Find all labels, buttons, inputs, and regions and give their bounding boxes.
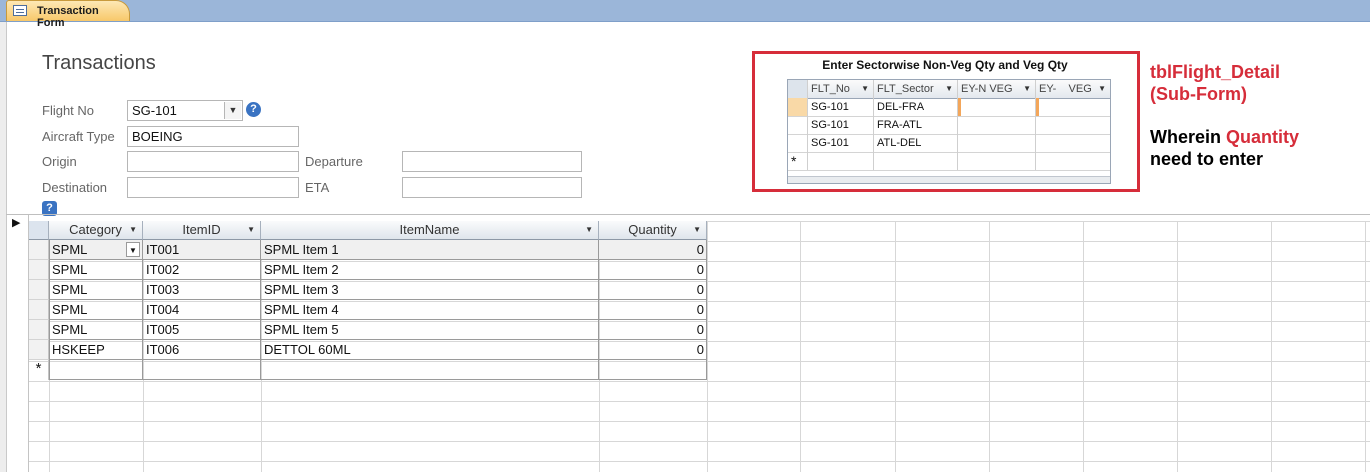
annotation-instruction-line2: need to enter bbox=[1150, 149, 1264, 169]
departure-field[interactable] bbox=[402, 151, 582, 172]
dropdown-arrow-icon: ▼ bbox=[585, 225, 593, 234]
gridline bbox=[800, 221, 801, 472]
subform-row[interactable]: SG-101 FRA-ATL bbox=[788, 116, 1110, 135]
gridline bbox=[29, 401, 1370, 402]
record-selector[interactable] bbox=[29, 320, 49, 340]
record-selector[interactable] bbox=[788, 98, 808, 116]
gridline bbox=[1365, 221, 1366, 472]
subform-col-flt-no[interactable]: FLT_No ▼ bbox=[808, 80, 874, 98]
select-all-corner[interactable] bbox=[29, 221, 49, 240]
gridline bbox=[895, 221, 896, 472]
subform-cell-flt-no[interactable]: SG-101 bbox=[808, 98, 874, 116]
subform-title: Enter Sectorwise Non-Veg Qty and Veg Qty bbox=[822, 58, 1068, 72]
gridline bbox=[29, 441, 1370, 442]
eta-label: ETA bbox=[305, 180, 330, 195]
form-icon bbox=[13, 5, 27, 16]
subform-cell-nonveg[interactable] bbox=[958, 134, 1036, 152]
subform-new-row[interactable]: * bbox=[788, 152, 1110, 171]
gridline bbox=[29, 381, 1370, 382]
document-tab-bar: Transaction Form bbox=[0, 0, 1370, 29]
flight-detail-subform[interactable]: FLT_No ▼ FLT_Sector ▼ EY-N VEG ▼ EY- VEG ▼ S… bbox=[787, 79, 1111, 184]
dropdown-arrow-icon: ▼ bbox=[1023, 84, 1031, 93]
grid-top-border bbox=[6, 214, 1370, 215]
destination-label: Destination bbox=[42, 180, 108, 195]
record-selector-column bbox=[8, 215, 29, 472]
subform-row[interactable]: SG-101 ATL-DEL bbox=[788, 134, 1110, 153]
record-selector[interactable] bbox=[788, 116, 808, 134]
subform-cell-nonveg[interactable] bbox=[958, 116, 1036, 134]
aircraft-type-label: Aircraft Type bbox=[42, 129, 115, 144]
subform-cell-sector[interactable] bbox=[874, 152, 958, 170]
subform-cell-veg[interactable] bbox=[1036, 134, 1110, 152]
new-record-icon: * bbox=[788, 152, 808, 170]
subform-header-row: FLT_No ▼ FLT_Sector ▼ EY-N VEG ▼ EY- VEG ▼ bbox=[788, 80, 1110, 99]
departure-label: Departure bbox=[305, 154, 363, 169]
annotation-subform-name: tblFlight_Detail bbox=[1150, 62, 1280, 82]
column-header-category[interactable]: Category ▼ bbox=[49, 221, 143, 240]
column-header-quantity[interactable]: Quantity ▼ bbox=[599, 221, 707, 240]
dropdown-arrow-icon: ▼ bbox=[247, 225, 255, 234]
tab-transaction-form[interactable]: Transaction Form bbox=[6, 0, 130, 29]
subform-cell-veg[interactable] bbox=[1036, 152, 1110, 170]
origin-field[interactable] bbox=[127, 151, 299, 172]
dropdown-arrow-icon: ▼ bbox=[945, 84, 953, 93]
datasheet-outline bbox=[49, 240, 707, 380]
subform-cell-sector[interactable]: DEL-FRA bbox=[874, 98, 958, 116]
record-selector[interactable] bbox=[788, 134, 808, 152]
gridline bbox=[29, 421, 1370, 422]
select-all-corner[interactable] bbox=[788, 80, 808, 98]
record-selector[interactable] bbox=[29, 340, 49, 360]
chevron-down-icon[interactable]: ▼ bbox=[224, 102, 241, 119]
subform-cell-flt-no[interactable] bbox=[808, 152, 874, 170]
destination-field[interactable] bbox=[127, 177, 299, 198]
subform-cell-veg[interactable] bbox=[1036, 116, 1110, 134]
subform-cell-veg[interactable] bbox=[1036, 98, 1110, 116]
form-left-edge bbox=[0, 22, 7, 472]
column-header-itemid[interactable]: ItemID ▼ bbox=[143, 221, 261, 240]
subform-cell-flt-no[interactable]: SG-101 bbox=[808, 116, 874, 134]
gridline bbox=[989, 221, 990, 472]
eta-field[interactable] bbox=[402, 177, 582, 198]
aircraft-type-field[interactable]: BOEING bbox=[127, 126, 299, 147]
gridline bbox=[1271, 221, 1272, 472]
subform-col-ey-veg[interactable]: EY- VEG ▼ bbox=[1036, 80, 1110, 98]
gridline bbox=[707, 221, 708, 472]
subform-cell-flt-no[interactable]: SG-101 bbox=[808, 134, 874, 152]
column-header-itemname[interactable]: ItemName ▼ bbox=[261, 221, 599, 240]
page-title: Transactions bbox=[42, 52, 156, 74]
flight-no-combo[interactable]: SG-101 ▼ bbox=[127, 100, 243, 121]
gridline bbox=[1177, 221, 1178, 472]
dropdown-arrow-icon: ▼ bbox=[861, 84, 869, 93]
flight-no-value: SG-101 bbox=[132, 103, 177, 118]
new-record-icon: * bbox=[29, 360, 49, 380]
help-icon[interactable]: ? bbox=[246, 102, 261, 117]
subform-cell-nonveg[interactable] bbox=[958, 152, 1036, 170]
subform-row[interactable]: SG-101 DEL-FRA bbox=[788, 98, 1110, 117]
current-record-icon: ▶ bbox=[12, 217, 21, 229]
subform-cell-sector[interactable]: FRA-ATL bbox=[874, 116, 958, 134]
dropdown-arrow-icon: ▼ bbox=[1098, 84, 1106, 93]
annotation-subform-label: (Sub-Form) bbox=[1150, 84, 1247, 104]
subform-col-ey-n-veg[interactable]: EY-N VEG ▼ bbox=[958, 80, 1036, 98]
annotation-instruction: Wherein Quantity bbox=[1150, 127, 1300, 147]
dropdown-arrow-icon: ▼ bbox=[693, 225, 701, 234]
origin-label: Origin bbox=[42, 154, 77, 169]
record-selector[interactable] bbox=[29, 260, 49, 280]
subform-cell-sector[interactable]: ATL-DEL bbox=[874, 134, 958, 152]
flight-no-label: Flight No bbox=[42, 103, 95, 118]
tab-label: Transaction Form bbox=[37, 5, 99, 29]
record-selector[interactable] bbox=[29, 300, 49, 320]
gridline bbox=[29, 461, 1370, 462]
dropdown-arrow-icon: ▼ bbox=[129, 225, 137, 234]
record-selector[interactable] bbox=[29, 280, 49, 300]
subform-scrollbar[interactable] bbox=[788, 176, 1110, 183]
gridline bbox=[1083, 221, 1084, 472]
subform-col-flt-sector[interactable]: FLT_Sector ▼ bbox=[874, 80, 958, 98]
subform-cell-nonveg[interactable] bbox=[958, 98, 1036, 116]
record-selector[interactable] bbox=[29, 240, 49, 260]
